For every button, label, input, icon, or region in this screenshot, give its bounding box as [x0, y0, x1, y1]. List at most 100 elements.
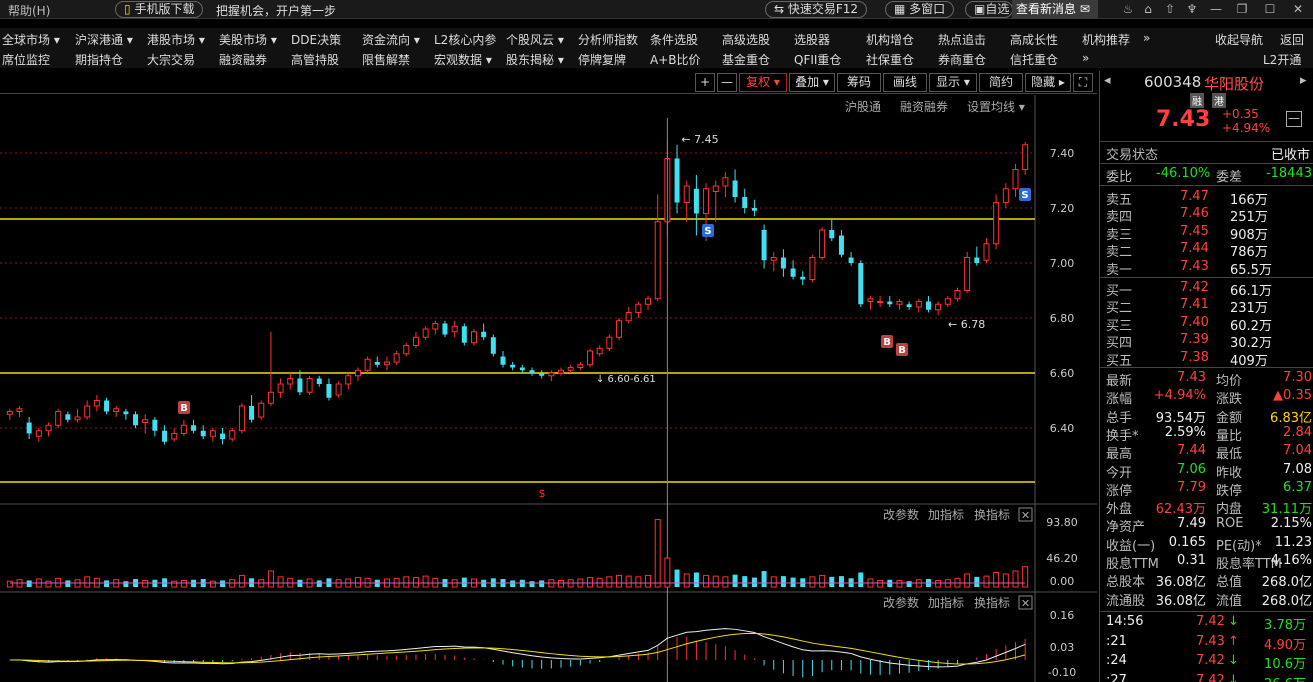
sell-row[interactable]: 卖二 7.44 786万 — [1100, 241, 1313, 260]
slogan-link[interactable]: 把握机会，开户第一步 — [216, 2, 336, 19]
menu-item-r1-3[interactable]: 美股市场 ▾ — [219, 31, 277, 48]
draw-line-button[interactable]: 画线 — [883, 73, 927, 92]
stat-value: 31.11万 — [1261, 502, 1312, 518]
tick-row[interactable]: :24 7.42 ↓ 10.6万 — [1100, 653, 1313, 672]
upload-icon[interactable]: ⇧ — [1162, 2, 1178, 16]
zoom-out-button[interactable]: — — [717, 73, 737, 92]
multi-window-button[interactable]: ▦ 多窗口 — [885, 1, 955, 18]
home-icon[interactable]: ⌂ — [1140, 2, 1156, 16]
menu-item-r1-13[interactable]: 热点追击 — [938, 31, 986, 48]
menu-item-r1-12[interactable]: 机构增仓 — [866, 31, 914, 48]
minimize-icon[interactable]: — — [1208, 2, 1224, 16]
menu-item-r1-0[interactable]: 全球市场 ▾ — [2, 31, 60, 48]
stat-row[interactable]: 总股本 36.08亿 总值 268.0亿 — [1100, 571, 1313, 590]
sell-row[interactable]: 卖一 7.43 65.5万 — [1100, 259, 1313, 278]
stat-row[interactable]: 最新 7.43 均价 7.30 — [1100, 370, 1313, 389]
tick-row[interactable]: :21 7.43 ↑ 4.90万 — [1100, 634, 1313, 653]
simple-button[interactable]: 简约 — [979, 73, 1023, 92]
menu-item-r1-10[interactable]: 高级选股 — [722, 31, 770, 48]
stat-row[interactable]: 涨停 7.79 跌停 6.37 — [1100, 480, 1313, 499]
self-select-button[interactable]: ▣自选 — [965, 1, 1013, 18]
stat-row[interactable]: 总手 93.54万 金额 6.83亿 — [1100, 407, 1313, 426]
stat-label: 股息TTM — [1106, 557, 1159, 572]
menu-item-r2-11[interactable]: QFII重仓 — [794, 51, 841, 68]
menu-item-r1-6[interactable]: L2核心内参 — [434, 31, 496, 48]
menu-item-r1-5[interactable]: 资金流向 ▾ — [362, 31, 420, 48]
menu-item-r2-8[interactable]: 停牌复牌 — [578, 51, 626, 68]
menu-item-r2-1[interactable]: 期指持仓 — [75, 51, 123, 68]
menu-item-r1-15[interactable]: 机构推荐 — [1082, 31, 1130, 48]
menu-item-r2-13[interactable]: 券商重仓 — [938, 51, 986, 68]
buy-row[interactable]: 买一 7.42 66.1万 — [1100, 280, 1313, 299]
buy-row[interactable]: 买四 7.39 30.2万 — [1100, 332, 1313, 351]
mobile-download-button[interactable]: ▯ 手机版下载 — [115, 1, 204, 18]
arrow-left-icon[interactable]: ◂ — [1104, 73, 1111, 88]
stat-row[interactable]: 流通股 36.08亿 流值 268.0亿 — [1100, 590, 1313, 609]
menu-item-r1-8[interactable]: 分析师指数 — [578, 31, 638, 48]
collapse-icon[interactable]: — — [1286, 111, 1302, 127]
stat-row[interactable]: 外盘 62.43万 内盘 31.11万 — [1100, 498, 1313, 518]
volume-huanzhibiao-link[interactable]: 换指标 — [974, 507, 1010, 522]
stat-row[interactable]: 股息TTM 0.31 股息率TTM 4.16% — [1100, 553, 1313, 572]
macd-jiazhibiao-link[interactable]: 加指标 — [928, 595, 964, 610]
kline-chart[interactable]: 7.40 7.20 7.00 6.80 6.60 6.40 ← 7.45 ← 6.78 ↓ 6.… — [0, 95, 1097, 682]
menu-item-r2-0[interactable]: 席位监控 — [2, 51, 50, 68]
restore-icon[interactable]: ❐ — [1234, 2, 1250, 16]
macd-gaicanshu-link[interactable]: 改参数 — [883, 595, 919, 610]
tick-row[interactable]: 14:56 7.42 ↓ 3.78万 — [1100, 614, 1313, 633]
fuquan-button[interactable]: 复权 ▾ — [739, 73, 787, 92]
menu-item-r1-16[interactable]: » — [1143, 31, 1150, 45]
stat-row[interactable]: 今开 7.06 昨收 7.08 — [1100, 462, 1313, 481]
help-menu[interactable]: 帮助(H) — [8, 2, 50, 19]
stat-row[interactable]: 最高 7.44 最低 7.04 — [1100, 443, 1313, 462]
shirt-icon[interactable]: ♆ — [1184, 2, 1200, 16]
overlay-button[interactable]: 叠加 ▾ — [789, 73, 835, 92]
stat-row[interactable]: 收益(一) 0.165 PE(动)* 11.23 — [1100, 535, 1313, 554]
display-button[interactable]: 显示 ▾ — [929, 73, 977, 92]
menu-item-r1-18[interactable]: 返回 — [1280, 31, 1304, 48]
menu-item-r1-2[interactable]: 港股市场 ▾ — [147, 31, 205, 48]
sell-row[interactable]: 卖四 7.46 251万 — [1100, 206, 1313, 225]
menu-item-r2-15[interactable]: » — [1082, 51, 1089, 65]
menu-item-r2-3[interactable]: 融资融券 — [219, 51, 267, 68]
news-button[interactable]: 查看新消息 ✉ — [1012, 0, 1098, 19]
fullscreen-icon[interactable]: ⛶ — [1073, 73, 1093, 92]
zoom-in-button[interactable]: + — [695, 73, 715, 92]
menu-item-r2-7[interactable]: 股东揭秘 ▾ — [506, 51, 564, 68]
menu-item-r2-14[interactable]: 信托重仓 — [1010, 51, 1058, 68]
menu-item-r1-7[interactable]: 个股风云 ▾ — [506, 31, 564, 48]
menu-item-r2-12[interactable]: 社保重仓 — [866, 51, 914, 68]
menu-item-r2-9[interactable]: A+B比价 — [650, 51, 701, 68]
menu-item-r2-5[interactable]: 限售解禁 — [362, 51, 410, 68]
maximize-icon[interactable]: ☐ — [1262, 2, 1278, 16]
menu-item-r1-4[interactable]: DDE决策 — [291, 31, 341, 48]
stat-row[interactable]: 涨幅 +4.94% 涨跌 ▲0.35 — [1100, 388, 1313, 407]
buy-row[interactable]: 买三 7.40 60.2万 — [1100, 315, 1313, 334]
stat-row[interactable]: 净资产 7.49 ROE 2.15% — [1100, 516, 1313, 535]
sell-row[interactable]: 卖三 7.45 908万 — [1100, 224, 1313, 243]
menu-item-r1-11[interactable]: 选股器 — [794, 31, 830, 48]
menu-item-r1-17[interactable]: 收起导航 — [1215, 31, 1263, 48]
quick-trade-button[interactable]: ⇆ 快速交易F12 — [765, 1, 868, 18]
buy-row[interactable]: 买二 7.41 231万 — [1100, 297, 1313, 316]
menu-item-r2-2[interactable]: 大宗交易 — [147, 51, 195, 68]
volume-jiazhibiao-link[interactable]: 加指标 — [928, 507, 964, 522]
menu-item-r1-1[interactable]: 沪深港通 ▾ — [75, 31, 133, 48]
bell-icon[interactable]: ♨ — [1120, 2, 1136, 16]
menu-item-r1-9[interactable]: 条件选股 — [650, 31, 698, 48]
volume-gaicanshu-link[interactable]: 改参数 — [883, 507, 919, 522]
macd-huanzhibiao-link[interactable]: 换指标 — [974, 595, 1010, 610]
menu-item-r1-14[interactable]: 高成长性 — [1010, 31, 1058, 48]
tick-row[interactable]: :27 7.42↓ 26.6万 — [1100, 673, 1313, 682]
menu-item-r2-16[interactable]: L2开通 — [1263, 51, 1301, 68]
menu-item-r2-10[interactable]: 基金重仓 — [722, 51, 770, 68]
close-icon[interactable]: ✕ — [1290, 2, 1306, 16]
stat-row[interactable]: 换手* 2.59% 量比 2.84 — [1100, 425, 1313, 444]
menu-item-r2-6[interactable]: 宏观数据 ▾ — [434, 51, 492, 68]
hide-button[interactable]: 隐藏 ▸ — [1025, 73, 1071, 92]
arrow-right-icon[interactable]: ▸ — [1300, 73, 1307, 88]
buy-row[interactable]: 买五 7.38 409万 — [1100, 350, 1313, 369]
sell-row[interactable]: 卖五 7.47 166万 — [1100, 189, 1313, 208]
menu-item-r2-4[interactable]: 高管持股 — [291, 51, 339, 68]
chips-button[interactable]: 筹码 — [837, 73, 881, 92]
